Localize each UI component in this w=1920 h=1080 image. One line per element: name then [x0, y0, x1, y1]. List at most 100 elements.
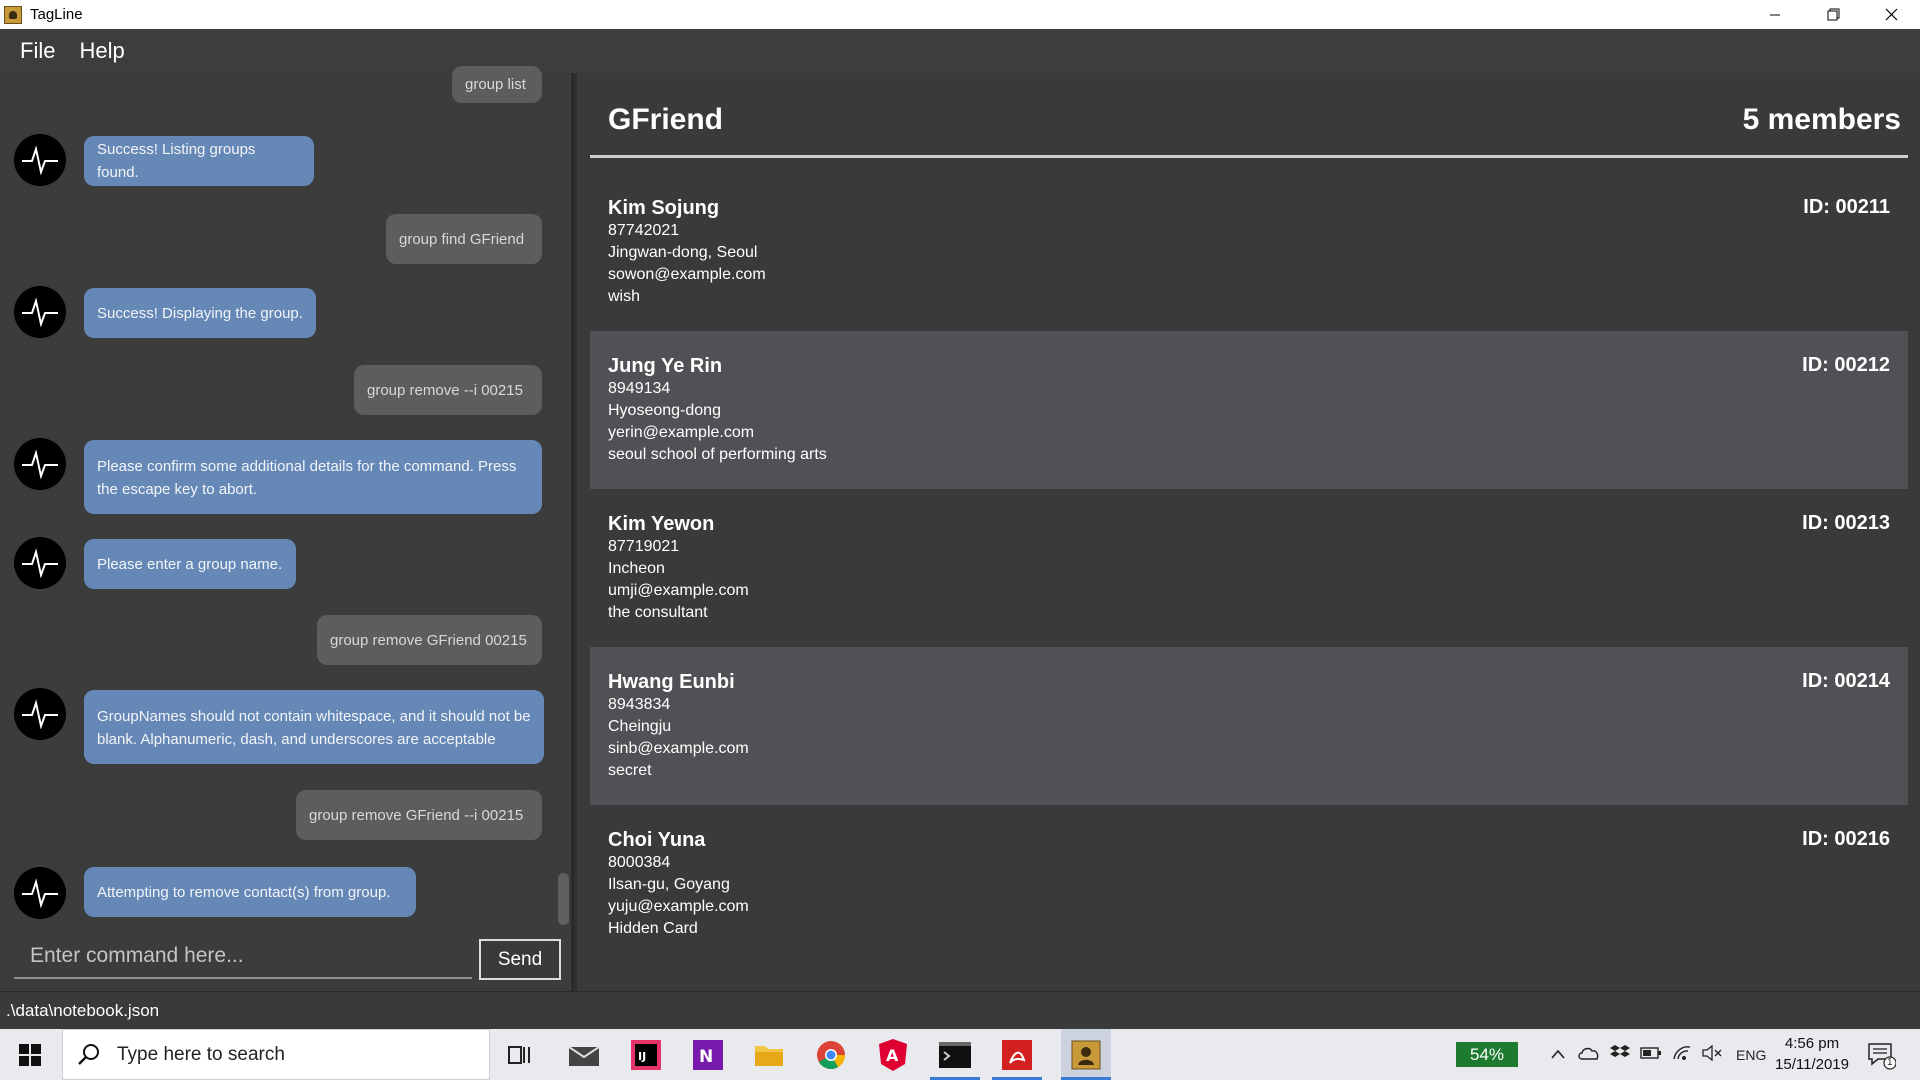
- chat-message-bot: GroupNames should not contain whitespace…: [84, 690, 544, 764]
- svg-text:N: N: [699, 1047, 713, 1067]
- member-email: sinb@example.com: [608, 740, 749, 757]
- acrobat-icon[interactable]: [999, 1037, 1035, 1073]
- notification-center-icon[interactable]: 1: [1866, 1029, 1896, 1080]
- member-phone: 8949134: [608, 380, 671, 397]
- member-email: yuju@example.com: [608, 898, 749, 915]
- member-description: the consultant: [608, 604, 708, 621]
- member-email: umji@example.com: [608, 582, 749, 599]
- search-placeholder: Type here to search: [117, 1043, 285, 1065]
- member-description: Hidden Card: [608, 920, 698, 937]
- member-address: Ilsan-gu, Goyang: [608, 876, 730, 893]
- clock-date: 15/11/2019: [1775, 1056, 1849, 1073]
- minimize-icon[interactable]: [1746, 0, 1804, 29]
- member-address: Incheon: [608, 560, 665, 577]
- group-header: GFriend 5 members: [590, 73, 1908, 158]
- chat-pane: group list Success! Listing groups found…: [0, 66, 574, 991]
- member-phone: 87742021: [608, 222, 680, 239]
- windows-start-icon[interactable]: [0, 1029, 60, 1080]
- search-icon: [75, 1041, 103, 1069]
- member-id: ID: 00216: [1802, 828, 1890, 850]
- chat-message-bot: Success! Listing groups found.: [84, 136, 314, 186]
- svg-text:A: A: [886, 1046, 899, 1065]
- taskbar: Type here to search IJ N A 54% ENG 4:56 …: [0, 1029, 1920, 1080]
- clock-time: 4:56 pm: [1784, 1035, 1840, 1052]
- terminal-icon[interactable]: [937, 1037, 973, 1073]
- member-phone: 87719021: [608, 538, 680, 555]
- member-card[interactable]: Jung Ye Rin 8949134 Hyoseong-dong yerin@…: [590, 331, 1908, 489]
- chat-message-bot: Please confirm some additional details f…: [84, 440, 542, 514]
- member-address: Hyoseong-dong: [608, 402, 721, 419]
- chat-message-user: group find GFriend: [386, 214, 542, 264]
- member-name: Hwang Eunbi: [608, 671, 735, 693]
- member-card[interactable]: Kim Sojung 87742021 Jingwan-dong, Seoul …: [590, 173, 1908, 331]
- member-description: wish: [608, 288, 641, 305]
- member-name: Choi Yuna: [608, 829, 706, 851]
- member-phone: 8000384: [608, 854, 671, 871]
- chat-message-bot: Attempting to remove contact(s) from gro…: [84, 867, 416, 917]
- member-phone: 8943834: [608, 696, 671, 713]
- window-title: TagLine: [30, 6, 83, 23]
- member-description: secret: [608, 762, 652, 779]
- restore-icon[interactable]: [1804, 0, 1862, 29]
- onedrive-icon[interactable]: [1578, 1046, 1600, 1063]
- file-path: .\data\notebook.json: [6, 1001, 160, 1020]
- chat-scrollbar[interactable]: [558, 873, 569, 925]
- member-address: Jingwan-dong, Seoul: [608, 244, 758, 261]
- intellij-icon[interactable]: IJ: [628, 1037, 664, 1073]
- member-id: ID: 00211: [1803, 196, 1890, 218]
- volume-muted-icon[interactable]: [1702, 1044, 1722, 1064]
- chat-message-user: group remove GFriend 00215: [317, 615, 542, 665]
- taskbar-search[interactable]: Type here to search: [62, 1029, 490, 1080]
- menu-file[interactable]: File: [20, 38, 55, 64]
- mail-icon[interactable]: [566, 1037, 602, 1073]
- command-input[interactable]: [14, 935, 472, 979]
- system-tray: ENG: [1550, 1029, 1766, 1080]
- member-name: Kim Sojung: [608, 197, 720, 219]
- member-email: sowon@example.com: [608, 266, 766, 283]
- battery-percentage[interactable]: 54%: [1456, 1042, 1518, 1067]
- member-name: Kim Yewon: [608, 513, 715, 535]
- chat-message-bot: Success! Displaying the group.: [84, 288, 316, 338]
- member-id: ID: 00213: [1802, 512, 1890, 534]
- tagline-app-icon: [4, 5, 22, 24]
- main-area: group list Success! Listing groups found…: [0, 66, 1920, 991]
- tagline-app-icon[interactable]: [1061, 1029, 1111, 1080]
- chat-message-user: group list: [452, 66, 542, 103]
- wifi-icon[interactable]: [1672, 1045, 1692, 1064]
- chat-message-user: group remove --i 00215: [354, 365, 542, 415]
- dropbox-icon[interactable]: [1610, 1044, 1630, 1065]
- chat-message-user: group remove GFriend --i 00215: [296, 790, 542, 840]
- battery-icon[interactable]: [1640, 1046, 1662, 1063]
- group-panel: GFriend 5 members Kim Sojung 87742021 Ji…: [577, 73, 1920, 991]
- member-card[interactable]: Kim Yewon 87719021 Incheon umji@example.…: [590, 489, 1908, 647]
- bot-avatar: [14, 134, 66, 186]
- bot-avatar: [14, 867, 66, 919]
- member-name: Jung Ye Rin: [608, 355, 723, 377]
- chrome-icon[interactable]: [813, 1037, 849, 1073]
- chat-message-bot: Please enter a group name.: [84, 539, 296, 589]
- member-card[interactable]: Choi Yuna 8000384 Ilsan-gu, Goyang yuju@…: [590, 805, 1908, 963]
- menu-bar: File Help: [0, 29, 1920, 73]
- onenote-icon[interactable]: N: [690, 1037, 726, 1073]
- notification-count: 1: [1887, 1057, 1893, 1068]
- group-name: GFriend: [608, 103, 724, 136]
- menu-help[interactable]: Help: [79, 38, 124, 64]
- bot-avatar: [14, 688, 66, 740]
- member-card[interactable]: Hwang Eunbi 8943834 Cheingju sinb@exampl…: [590, 647, 1908, 805]
- member-id: ID: 00214: [1802, 670, 1890, 692]
- bot-avatar: [14, 537, 66, 589]
- member-description: seoul school of performing arts: [608, 446, 827, 463]
- member-email: yerin@example.com: [608, 424, 755, 441]
- angular-icon[interactable]: A: [875, 1037, 911, 1073]
- bot-avatar: [14, 286, 66, 338]
- status-bar: .\data\notebook.json: [0, 991, 1920, 1029]
- clock[interactable]: 4:56 pm 15/11/2019: [1772, 1033, 1852, 1075]
- window-controls: [1746, 0, 1920, 29]
- send-button[interactable]: Send: [479, 939, 561, 980]
- chevron-up-icon[interactable]: [1550, 1047, 1566, 1063]
- task-view-icon[interactable]: [502, 1037, 538, 1073]
- close-icon[interactable]: [1862, 0, 1920, 29]
- language-indicator[interactable]: ENG: [1736, 1047, 1766, 1063]
- file-explorer-icon[interactable]: [751, 1037, 787, 1073]
- svg-text:IJ: IJ: [638, 1050, 646, 1063]
